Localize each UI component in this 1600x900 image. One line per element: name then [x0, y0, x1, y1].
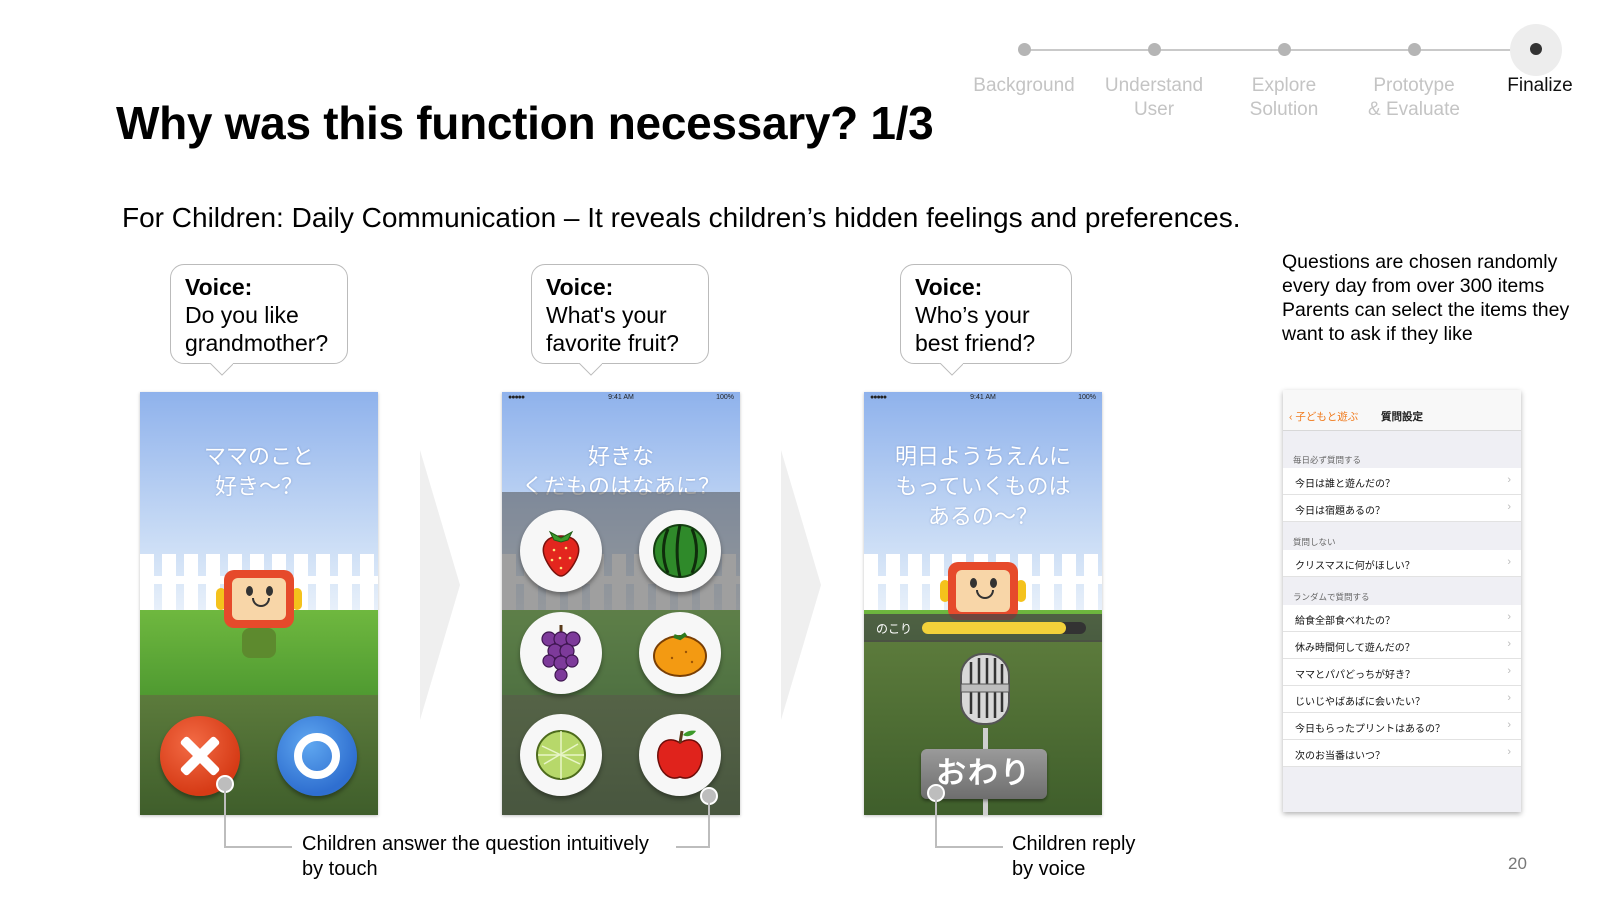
voice-text-line: grandmother?	[185, 330, 329, 356]
remaining-label: のこり	[876, 622, 913, 636]
progress-dot-finalize	[1530, 43, 1542, 55]
status-bar: ●●●●● 9:41 AM 100%	[508, 394, 734, 404]
next-step-chevron-icon	[420, 450, 460, 720]
robot-mascot-icon	[940, 562, 1026, 622]
voice-bubble-1: Voice: Do you like grandmother?	[170, 264, 348, 364]
list-item[interactable]: 今日は宿題あるの？ ›	[1283, 495, 1521, 522]
annotation-line	[224, 790, 226, 848]
chevron-right-icon: ›	[1507, 665, 1511, 677]
microphone-icon	[960, 653, 1010, 725]
progress-label-background: Background	[973, 75, 1075, 96]
progress-label-prototype-evaluate: Prototype & Evaluate	[1368, 75, 1460, 120]
chevron-right-icon: ›	[1507, 556, 1511, 568]
list-item[interactable]: ママとパパどっちが好き？ ›	[1283, 659, 1521, 686]
annotation-line	[676, 846, 710, 848]
list-item[interactable]: 休み時間何して遊んだの？ ›	[1283, 632, 1521, 659]
list-item[interactable]: じいじやばあばに会いたい？ ›	[1283, 686, 1521, 713]
list-item[interactable]: 次のお当番はいつ？ ›	[1283, 740, 1521, 767]
answer-yes-button[interactable]	[277, 716, 357, 796]
list-item[interactable]: クリスマスに何がほしい？ ›	[1283, 550, 1521, 577]
chevron-right-icon: ›	[1507, 746, 1511, 758]
voice-label: Voice:	[185, 274, 253, 300]
caption-touch: Children answer the question intuitively…	[302, 833, 649, 880]
progress-dot-background	[1018, 43, 1031, 56]
page-number: 20	[1508, 854, 1527, 873]
fruit-option-melon[interactable]	[520, 714, 602, 796]
apple-icon	[657, 730, 703, 779]
fruit-option-grapes[interactable]	[520, 612, 602, 694]
progress-dot-understand-user	[1148, 43, 1161, 56]
next-step-chevron-icon	[781, 450, 821, 720]
remaining-fill	[922, 622, 1067, 634]
settings-navbar: ‹ 子どもと遊ぶ 質問設定	[1283, 390, 1521, 431]
side-note-line-1: Questions are chosen randomly every day …	[1282, 251, 1558, 297]
robot-mascot-icon	[216, 570, 302, 660]
section-header: ランダムで質問する	[1293, 592, 1370, 602]
remaining-track	[922, 622, 1086, 634]
fruit-option-strawberry[interactable]	[520, 510, 602, 592]
status-bar: ●●●●● 9:41 AM 100%	[870, 394, 1096, 404]
voice-label: Voice:	[915, 274, 983, 300]
melon-icon	[536, 730, 586, 780]
voice-text-line: What's your	[546, 302, 667, 328]
list-item[interactable]: 今日は誰と遊んだの？ ›	[1283, 468, 1521, 495]
fruit-option-orange[interactable]	[639, 612, 721, 694]
screen-question: 明日ようちえんに もっていくものは あるの～？	[894, 444, 1071, 529]
list-item[interactable]: 今日もらったプリントはあるの？ ›	[1283, 713, 1521, 740]
screen-question-settings: ●●●●● 9:41 AM 100% ‹ 子どもと遊ぶ 質問設定 毎日必ず質問す…	[1283, 390, 1521, 812]
status-time: 9:41 AM	[608, 394, 634, 401]
chevron-right-icon: ›	[1507, 611, 1511, 623]
voice-bubble-3: Voice: Who’s your best friend?	[900, 264, 1072, 364]
annotation-line	[708, 802, 710, 848]
watermelon-icon	[653, 524, 707, 578]
screen-yes-no: ママのこと 好き～？	[140, 392, 378, 815]
battery-icon: 100%	[716, 394, 734, 401]
voice-text-line: favorite fruit?	[546, 330, 679, 356]
screen-fruit-choice: ●●●●● 9:41 AM 100% 好きな くだものはなあに？	[502, 392, 740, 815]
progress-label-understand-user: Understand User	[1104, 75, 1204, 120]
bubble-tail	[939, 363, 963, 377]
annotation-line	[224, 846, 292, 848]
chevron-right-icon: ›	[1507, 638, 1511, 650]
side-note: Questions are chosen randomly every day …	[1282, 250, 1582, 346]
chevron-right-icon: ›	[1507, 719, 1511, 731]
voice-text-line: Do you like	[185, 302, 299, 328]
bubble-tail	[209, 363, 233, 377]
bubble-tail	[578, 363, 602, 377]
progress-label-explore-solution: Explore Solution	[1249, 75, 1319, 120]
chevron-right-icon: ›	[1507, 501, 1511, 513]
fruit-option-watermelon[interactable]	[639, 510, 721, 592]
screen-question: ママのこと 好き～？	[203, 444, 314, 499]
voice-bubble-2: Voice: What's your favorite fruit?	[531, 264, 709, 364]
voice-label: Voice:	[546, 274, 614, 300]
annotation-line	[935, 846, 1003, 848]
grapes-icon	[541, 625, 581, 682]
chevron-right-icon: ›	[1507, 474, 1511, 486]
orange-icon	[653, 632, 707, 677]
section-header: 毎日必ず質問する	[1293, 455, 1362, 465]
page-subtitle: For Children: Daily Communication – It r…	[122, 202, 1241, 233]
voice-text-line: Who’s your	[915, 302, 1030, 328]
status-time: 9:41 AM	[970, 394, 996, 401]
settings-title: 質問設定	[1381, 411, 1423, 423]
page-title: Why was this function necessary? 1/3	[116, 97, 934, 149]
progress-dot-explore-solution	[1278, 43, 1291, 56]
screen-voice-reply: ●●●●● 9:41 AM 100% 明日ようちえんに もっていくものは あるの…	[864, 392, 1102, 815]
chevron-right-icon: ›	[1507, 692, 1511, 704]
voice-text-line: best friend?	[915, 330, 1036, 356]
side-note-line-2: Parents can select the items they want t…	[1282, 299, 1570, 345]
back-link[interactable]: ‹ 子どもと遊ぶ	[1289, 409, 1358, 424]
progress-dot-prototype-evaluate	[1408, 43, 1421, 56]
battery-icon: 100%	[1078, 394, 1096, 401]
caption-voice: Children reply by voice	[1012, 833, 1136, 880]
section-header: 質問しない	[1293, 537, 1336, 547]
list-item[interactable]: 給食全部食べれたの？ ›	[1283, 605, 1521, 632]
remaining-time-bar: のこり	[864, 614, 1102, 642]
strawberry-icon	[542, 530, 580, 577]
annotation-line	[935, 799, 937, 848]
progress-label-finalize: Finalize	[1507, 75, 1573, 96]
fruit-option-apple[interactable]	[639, 714, 721, 796]
